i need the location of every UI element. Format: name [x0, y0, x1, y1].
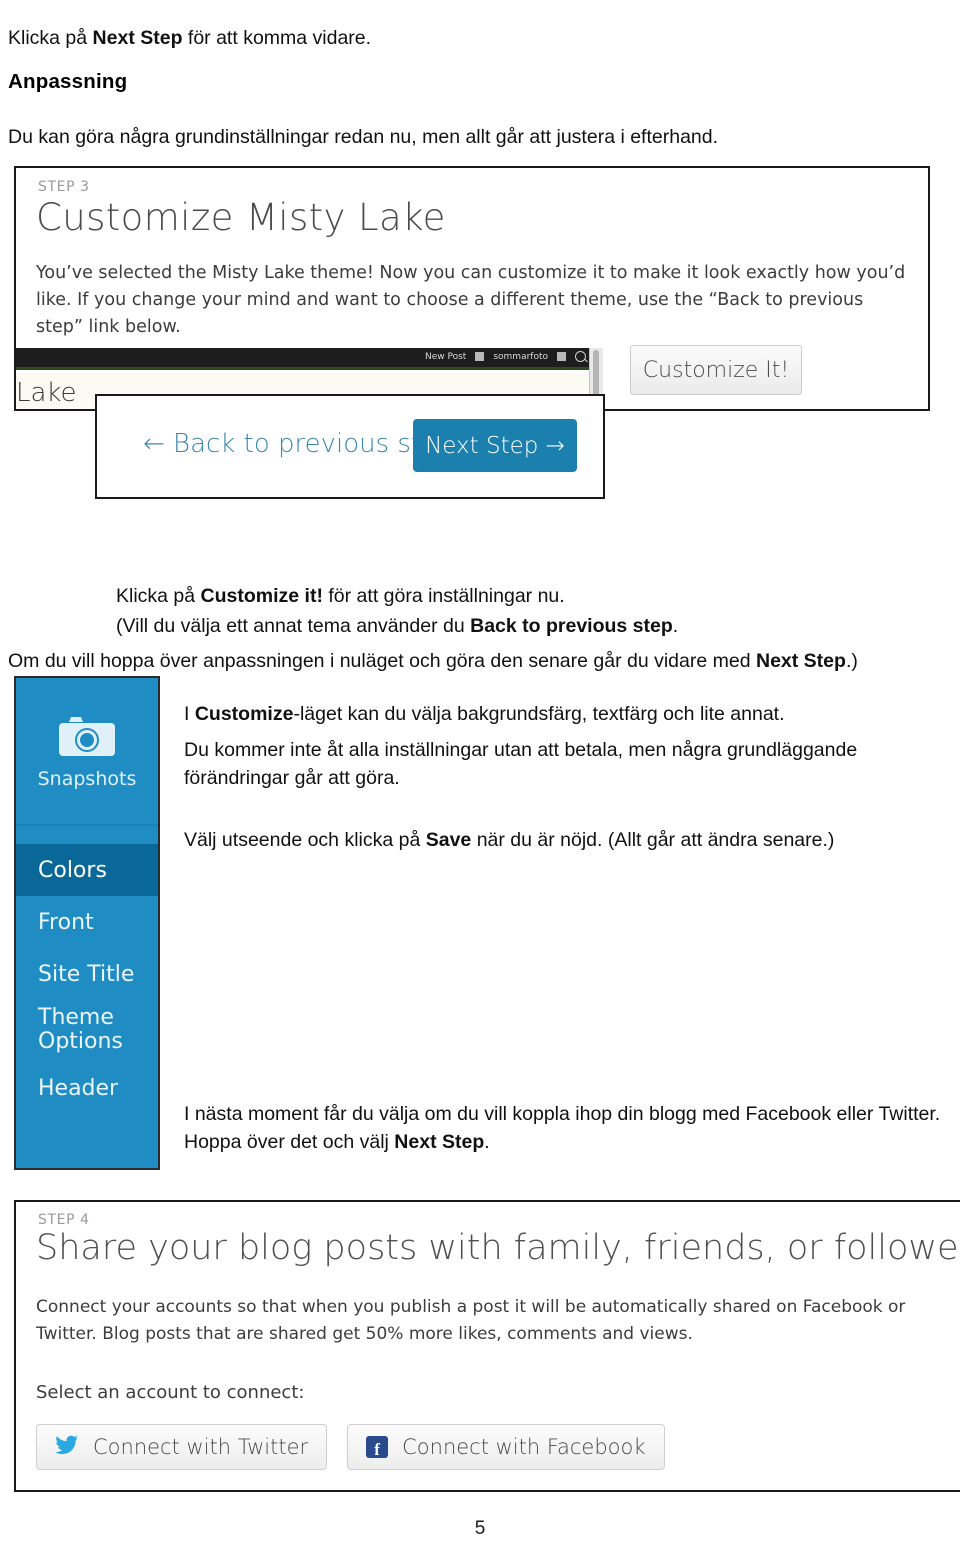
cust-post: -läget kan du välja bakgrundsfärg, textf…: [293, 702, 785, 725]
sidebar-item-colors-label: Colors: [38, 857, 107, 883]
valj-pre: Välj utseende och klicka på: [184, 828, 426, 851]
klicka-pre: Klicka på: [116, 584, 201, 607]
social-connect-buttons: Connect with Twitter f Connect with Face…: [36, 1424, 665, 1470]
intro-pre: Klicka på: [8, 26, 93, 49]
intro-post: för att komma vidare.: [182, 26, 372, 49]
sidebar-item-theme-options[interactable]: Theme Options: [16, 1000, 158, 1062]
vill-pre: (Vill du välja ett annat tema använder d…: [116, 614, 471, 637]
sidebar-item-header-label: Header: [38, 1075, 119, 1101]
step3-screenshot: STEP 3 Customize Misty Lake You’ve selec…: [14, 166, 930, 411]
intro-paragraph: Klicka på Next Step för att komma vidare…: [8, 24, 938, 52]
sidebar-item-site-title[interactable]: Site Title: [16, 948, 158, 1000]
page-number: 5: [474, 1518, 486, 1539]
cust-bold: Customize: [194, 702, 294, 725]
valj-utseende-paragraph: Välj utseende och klicka på Save när du …: [184, 826, 944, 854]
back-to-previous-step-link[interactable]: ← Back to previous step: [143, 429, 454, 459]
twitter-bird-icon: [55, 1435, 79, 1460]
vill-bold: Back to previous step: [470, 614, 673, 637]
klicka-post: för att göra inställningar nu.: [322, 584, 565, 607]
sidebar-item-front-label: Front: [38, 909, 94, 935]
wordpress-admin-bar: New Post sommarfoto: [16, 348, 602, 370]
avatar-icon[interactable]: [557, 352, 566, 361]
om-post: .): [845, 649, 858, 672]
sidebar-item-colors[interactable]: Colors: [16, 844, 158, 896]
camera-icon: [57, 713, 117, 764]
comments-icon[interactable]: [475, 352, 485, 361]
search-icon[interactable]: [575, 351, 586, 362]
nasta-moment-paragraph: I nästa moment får du välja om du vill k…: [184, 1100, 954, 1157]
sidebar-item-theme-options-label: Theme Options: [38, 1005, 123, 1054]
new-post-link[interactable]: New Post: [425, 352, 466, 362]
anpassning-paragraph: Du kan göra några grundinställningar red…: [8, 125, 719, 148]
admin-bar-items: New Post sommarfoto: [425, 351, 586, 362]
step4-body-text: Connect your accounts so that when you p…: [36, 1297, 906, 1345]
next-step-button[interactable]: Next Step →: [413, 419, 577, 472]
klicka-customize-paragraph: Klicka på Customize it! för att göra ins…: [116, 582, 936, 610]
om-pre: Om du vill hoppa över anpassningen i nul…: [8, 649, 756, 672]
vill-valja-paragraph: (Vill du välja ett annat tema använder d…: [116, 612, 936, 640]
site-name-label[interactable]: sommarfoto: [493, 352, 548, 362]
sidebar-divider: [16, 826, 158, 844]
site-title-fragment: Lake: [16, 378, 77, 408]
connect-with-twitter-label: Connect with Twitter: [93, 1435, 309, 1459]
sidebar-item-front[interactable]: Front: [16, 896, 158, 948]
sidebar-snapshots-label: Snapshots: [37, 767, 137, 790]
sidebar-item-site-title-label: Site Title: [38, 961, 135, 987]
sidebar-item-snapshots[interactable]: Snapshots: [16, 678, 158, 826]
section-heading-anpassning: Anpassning: [8, 70, 128, 93]
valj-bold: Save: [425, 828, 472, 851]
sidebar-item-header[interactable]: Header: [16, 1062, 158, 1114]
nasta-pre: I nästa moment får du välja om du vill k…: [184, 1102, 941, 1153]
connect-with-facebook-button[interactable]: f Connect with Facebook: [347, 1424, 665, 1470]
cust-pre: I: [184, 702, 195, 725]
connect-with-twitter-button[interactable]: Connect with Twitter: [36, 1424, 328, 1470]
customize-laget-paragraph: I Customize-läget kan du välja bakgrunds…: [184, 700, 944, 728]
klicka-bold: Customize it!: [200, 584, 323, 607]
facebook-f-icon: f: [366, 1436, 389, 1458]
select-account-label: Select an account to connect:: [36, 1382, 305, 1403]
om-bold: Next Step: [755, 649, 846, 672]
nasta-bold: Next Step: [394, 1130, 485, 1153]
step4-label: STEP 4: [38, 1212, 90, 1228]
nav-popup-screenshot: ← Back to previous step Next Step →: [95, 394, 605, 499]
om-hoppa-paragraph: Om du vill hoppa över anpassningen i nul…: [8, 647, 943, 675]
vill-post: .: [672, 614, 679, 637]
step4-screenshot: STEP 4 Share your blog posts with family…: [14, 1200, 960, 1492]
customize-it-button[interactable]: Customize It!: [630, 345, 802, 395]
step3-body-text: You’ve selected the Misty Lake theme! No…: [36, 263, 906, 338]
nasta-post: .: [484, 1130, 490, 1153]
step3-title: Customize Misty Lake: [36, 196, 446, 239]
intro-bold-next-step: Next Step: [92, 26, 183, 49]
step3-label: STEP 3: [38, 179, 90, 195]
valj-post: när du är nöjd. (Allt går att ändra sena…: [471, 828, 835, 851]
betala-paragraph: Du kommer inte åt alla inställningar uta…: [184, 738, 858, 789]
step4-title: Share your blog posts with family, frien…: [36, 1228, 960, 1268]
connect-with-facebook-label: Connect with Facebook: [402, 1435, 646, 1459]
customizer-sidebar-screenshot: Snapshots Colors Front Site Title Theme …: [14, 676, 160, 1170]
preview-scrollbar-thumb[interactable]: [593, 350, 599, 396]
